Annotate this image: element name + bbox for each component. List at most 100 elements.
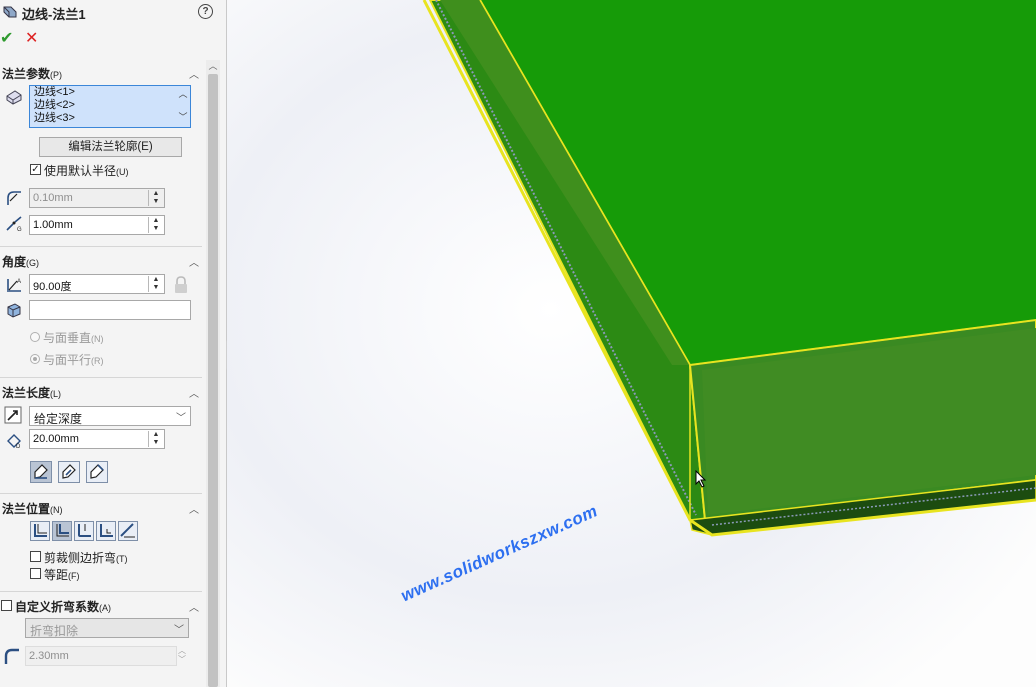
- spin-arrows-icon[interactable]: ︿ ﹀: [178, 646, 186, 664]
- section-flange-params-title[interactable]: 法兰参数(P): [2, 65, 62, 82]
- parallel-radio[interactable]: [30, 354, 40, 364]
- edge-select-icon: [6, 90, 22, 105]
- help-icon[interactable]: ?: [198, 4, 213, 19]
- trim-side-bends-key: (T): [116, 554, 128, 564]
- section-flange-position-key: (N): [50, 505, 63, 515]
- perpendicular-text: 与面垂直: [43, 331, 92, 345]
- parallel-key: (R): [91, 356, 104, 366]
- tangent-bend-icon: [90, 464, 104, 479]
- section-flange-position-title[interactable]: 法兰位置(N): [2, 500, 63, 517]
- gap-distance-icon: G: [6, 216, 22, 233]
- tangent-to-bend-button[interactable]: [118, 521, 138, 541]
- scroll-up-arrow-icon[interactable]: ︿: [207, 60, 219, 72]
- bend-allowance-type-value: 折弯扣除: [30, 624, 79, 638]
- material-outside-button[interactable]: [52, 521, 72, 541]
- panel-scrollbar[interactable]: ︿: [206, 60, 220, 687]
- collapse-chevron-up-icon[interactable]: ︿: [188, 254, 200, 269]
- section-divider: [0, 246, 202, 247]
- section-flange-length-key: (L): [50, 389, 62, 399]
- offset-text: 等距: [44, 568, 69, 582]
- collapse-chevron-up-icon[interactable]: ︿: [188, 599, 200, 614]
- scroll-up-arrow-icon[interactable]: ︿: [177, 87, 189, 100]
- bend-deduction-icon: [4, 648, 19, 664]
- bend-allowance-type-select[interactable]: 折弯扣除 ﹀: [25, 618, 189, 638]
- flange-length-spinbox[interactable]: 20.00mm ▲ ▼: [29, 429, 165, 449]
- spin-arrows-icon[interactable]: ▲ ▼: [148, 431, 163, 447]
- section-custom-bend-title[interactable]: 自定义折弯系数(A): [15, 598, 111, 615]
- bend-radius-value: 0.10mm: [33, 192, 73, 204]
- inner-virtual-sharp-button[interactable]: [58, 461, 80, 483]
- svg-text:D: D: [16, 444, 21, 449]
- reference-face-input[interactable]: [29, 300, 191, 320]
- gap-distance-value: 1.00mm: [33, 219, 73, 231]
- trim-side-bends-text: 剪裁侧边折弯: [44, 551, 117, 565]
- chevron-down-icon: ﹀: [176, 413, 186, 424]
- offset-label: 等距(F): [44, 566, 80, 583]
- section-custom-bend-key: (A): [99, 603, 112, 613]
- section-divider: [0, 493, 202, 494]
- scroll-down-arrow-icon[interactable]: ﹀: [177, 110, 189, 123]
- collapse-chevron-up-icon[interactable]: ︿: [188, 66, 200, 81]
- use-default-radius-checkbox[interactable]: ✓: [30, 164, 41, 175]
- use-default-radius-key: (U): [116, 167, 129, 177]
- end-condition-select[interactable]: 给定深度 ﹀: [29, 406, 191, 426]
- section-angle-title[interactable]: 角度(G): [2, 253, 39, 270]
- trim-side-bends-checkbox[interactable]: [30, 551, 41, 562]
- gap-distance-spinbox[interactable]: 1.00mm ▲ ▼: [29, 215, 165, 235]
- bend-deduction-value: 2.30mm: [29, 650, 69, 662]
- lock-icon[interactable]: [173, 276, 189, 294]
- inner-virtual-sharp-icon: [62, 464, 76, 479]
- cancel-x-icon[interactable]: ✕: [25, 28, 38, 48]
- scrollbar-thumb[interactable]: [208, 74, 218, 687]
- use-default-radius-label: 使用默认半径(U): [44, 162, 129, 179]
- spin-arrows-icon[interactable]: ▲ ▼: [148, 190, 163, 206]
- edge-list-item[interactable]: 边线<1>: [30, 86, 190, 99]
- section-flange-position-label: 法兰位置: [2, 502, 51, 516]
- offset-key: (F): [68, 571, 80, 581]
- chevron-down-icon: ﹀: [174, 625, 184, 636]
- edges-listbox[interactable]: 边线<1> 边线<2> 边线<3> ︿ ﹀: [29, 85, 191, 128]
- material-inside-button[interactable]: [30, 521, 50, 541]
- collapse-chevron-up-icon[interactable]: ︿: [188, 501, 200, 516]
- tangent-bend-button[interactable]: [86, 461, 108, 483]
- perpendicular-radio[interactable]: [30, 332, 40, 342]
- bend-outside-button[interactable]: [74, 521, 94, 541]
- spin-arrows-icon[interactable]: ▲ ▼: [148, 217, 163, 233]
- parallel-label: 与面平行(R): [43, 351, 104, 368]
- collapse-chevron-up-icon[interactable]: ︿: [188, 385, 200, 400]
- use-default-radius-text: 使用默认半径: [44, 164, 117, 178]
- edge-list-item[interactable]: 边线<3>: [30, 112, 190, 125]
- bend-radius-icon: [7, 191, 21, 205]
- ok-check-icon[interactable]: ✔: [0, 28, 13, 48]
- virtual-sharp-button[interactable]: [96, 521, 116, 541]
- panel-header: 边线-法兰1 ? ✔ ✕: [0, 0, 226, 58]
- edit-flange-profile-button[interactable]: 编辑法兰轮廓(E): [39, 137, 182, 157]
- virtual-sharp-icon: [100, 524, 113, 537]
- flange-length-value: 20.00mm: [33, 433, 79, 445]
- listbox-scrollbar[interactable]: ︿ ﹀: [177, 87, 189, 126]
- graphics-viewport[interactable]: [227, 0, 1036, 687]
- reverse-direction-icon[interactable]: [4, 406, 22, 424]
- section-flange-length-label: 法兰长度: [2, 386, 51, 400]
- perpendicular-key: (N): [91, 334, 104, 344]
- edge-flange-icon: [3, 6, 17, 18]
- svg-text:A: A: [17, 279, 21, 285]
- edge-list-item[interactable]: 边线<2>: [30, 99, 190, 112]
- bend-deduction-spinbox[interactable]: 2.30mm: [25, 646, 177, 666]
- section-divider: [0, 377, 202, 378]
- tangent-to-bend-icon: [120, 523, 135, 538]
- property-manager-panel: 边线-法兰1 ? ✔ ✕ 法兰参数(P) ︿ 边线<1> 边线<2> 边线<3>…: [0, 0, 227, 687]
- section-flange-length-title[interactable]: 法兰长度(L): [2, 384, 61, 401]
- spin-arrows-icon[interactable]: ▲ ▼: [148, 276, 163, 292]
- section-flange-params-label: 法兰参数: [2, 67, 51, 81]
- bend-outside-icon: [78, 524, 91, 537]
- flange-angle-spinbox[interactable]: 90.00度 ▲ ▼: [29, 274, 165, 294]
- custom-bend-allowance-checkbox[interactable]: [1, 600, 12, 611]
- panel-title: 边线-法兰1: [22, 7, 86, 22]
- bend-radius-spinbox[interactable]: 0.10mm ▲ ▼: [29, 188, 165, 208]
- mouse-cursor-icon: [695, 470, 707, 488]
- parallel-text: 与面平行: [43, 353, 92, 367]
- reference-face-icon: [7, 303, 21, 318]
- outer-virtual-sharp-button[interactable]: [30, 461, 52, 483]
- offset-checkbox[interactable]: [30, 568, 41, 579]
